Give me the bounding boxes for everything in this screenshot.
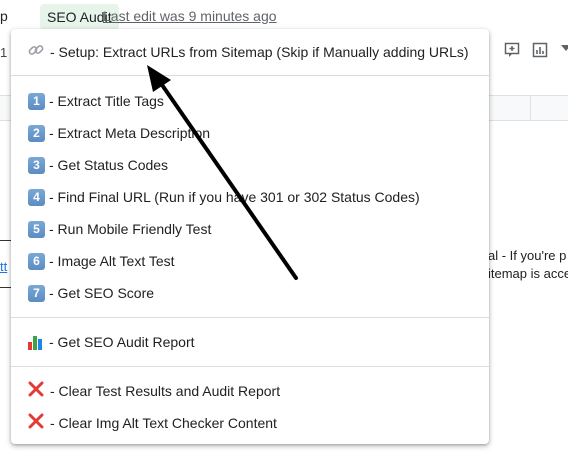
- annotation-arrow: [147, 65, 298, 280]
